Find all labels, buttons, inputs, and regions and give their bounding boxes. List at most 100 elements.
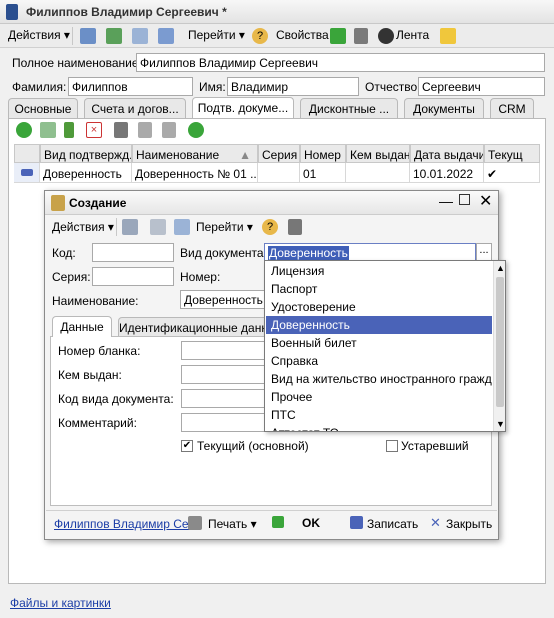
doc-kind-code-label: Код вида документа: [58,392,174,406]
scroll-up-icon[interactable]: ▲ [496,263,505,273]
maximize-icon[interactable] [459,194,470,205]
dialog-copy-icon[interactable] [174,219,190,235]
notes-icon[interactable] [440,28,456,44]
grid-header-type[interactable]: Вид подтвержд... [40,144,132,163]
series-label: Серия: [52,270,91,284]
actions-menu[interactable]: Действия ▾ [8,28,70,42]
dropdown-item[interactable]: Удостоверение [266,298,492,316]
export-icon[interactable] [158,28,174,44]
row-cell-current[interactable]: ✔ [484,163,540,183]
grid-header-name[interactable]: Наименование ▲ [132,144,258,163]
row-cell-type[interactable]: Доверенность [40,163,132,183]
structure-icon[interactable] [330,28,346,44]
grid-header-issue-date[interactable]: Дата выдачи [410,144,484,163]
form-number-field[interactable] [181,341,265,360]
delete-icon[interactable]: × [86,122,102,138]
dropdown-item-selected[interactable]: Доверенность [266,316,492,334]
row-cell-name[interactable]: Доверенность № 01 ... [132,163,258,183]
code-label: Код: [52,246,76,260]
close-icon[interactable]: ✕ [479,191,492,211]
dialog-save-icon[interactable] [122,219,138,235]
files-and-images-link[interactable]: Файлы и картинки [10,596,111,610]
row-marker[interactable] [14,163,40,183]
filter-icon[interactable] [114,122,128,138]
number-label: Номер: [180,270,221,284]
list-icon[interactable] [354,28,368,44]
patronymic-field[interactable]: Сергеевич [418,77,545,96]
row-cell-issued-by[interactable] [346,163,410,183]
feed-icon [378,28,394,44]
row-cell-number[interactable]: 01 [300,163,346,183]
issued-by-field[interactable] [181,365,265,384]
properties-button[interactable]: Свойства [276,28,329,42]
grid-header-number[interactable]: Номер [300,144,346,163]
dialog-list-icon[interactable] [288,219,302,235]
dialog-goto-menu[interactable]: Перейти ▾ [196,220,253,234]
scroll-thumb[interactable] [496,277,504,407]
dropdown-item[interactable]: Военный билет [266,334,492,352]
goto-menu[interactable]: Перейти ▾ [188,28,245,42]
full-name-label: Полное наименование: [12,56,142,70]
close-x-icon: ✕ [430,515,441,530]
tab-crm[interactable]: CRM [490,98,534,118]
dropdown-item[interactable]: Справка [266,352,492,370]
comment-field[interactable] [181,413,265,432]
last-name-field[interactable]: Филиппов [68,77,193,96]
doc-kind-code-field[interactable] [181,389,265,408]
dropdown-item[interactable]: Аттестат ТО [266,424,492,431]
dropdown-scrollbar[interactable]: ▲ ▼ [493,261,505,431]
add-icon[interactable] [16,122,32,138]
dialog-owner-link[interactable]: Филиппов Владимир Се... [54,517,199,531]
tab-discount[interactable]: Дисконтные ... [300,98,398,118]
row-cell-issue-date[interactable]: 10.01.2022 [410,163,484,183]
ok-button[interactable]: OK [302,516,320,530]
print-button[interactable]: Печать ▾ [208,517,257,531]
move-icon[interactable] [80,28,96,44]
tab-accounts[interactable]: Счета и догов... [84,98,186,118]
row-cell-series[interactable] [258,163,300,183]
issued-by-label: Кем выдан: [58,368,122,382]
close-button[interactable]: Закрыть [446,517,492,531]
dropdown-item[interactable]: Прочее [266,388,492,406]
doc-type-label: Вид документа: [180,246,267,260]
first-name-field[interactable]: Владимир [227,77,359,96]
tab-documents[interactable]: Документы [404,98,484,118]
save-button[interactable]: Записать [367,517,418,531]
dialog-actions-menu[interactable]: Действия ▾ [52,220,114,234]
dialog-help-icon[interactable]: ? [262,219,278,235]
dialog-move-icon[interactable] [150,219,166,235]
edit-icon[interactable] [64,122,74,138]
refresh-icon[interactable] [106,28,122,44]
current-checkbox[interactable]: ✔ [181,440,193,452]
copy-icon[interactable] [132,28,148,44]
grid-header-series[interactable]: Серия [258,144,300,163]
filter-off-icon[interactable] [162,122,176,138]
tab-main[interactable]: Основные [8,98,78,118]
full-name-field[interactable]: Филиппов Владимир Сергеевич [136,53,545,72]
feed-button[interactable]: Лента [396,28,429,42]
dialog-tab-identification[interactable]: Идентификационные данн [118,317,268,336]
dropdown-item[interactable]: Вид на жительство иностранного гражда... [266,370,492,388]
name-field[interactable]: Доверенность [180,290,266,309]
dialog-tab-data[interactable]: Данные [52,316,112,337]
grid-header-current[interactable]: Текущ [484,144,540,163]
scroll-down-icon[interactable]: ▼ [496,419,505,429]
dropdown-item[interactable]: Лицензия [266,262,492,280]
minimize-icon[interactable]: — [439,193,453,209]
refresh-list-icon[interactable] [188,122,204,138]
obsolete-checkbox[interactable] [386,440,398,452]
copy-row-icon[interactable] [40,122,56,138]
ok-icon [272,516,284,528]
dropdown-item[interactable]: Паспорт [266,280,492,298]
series-field[interactable] [92,267,174,286]
dropdown-item[interactable]: ПТС [266,406,492,424]
dialog-titlebar: Создание — ✕ [45,191,498,215]
filter-clear-icon[interactable] [138,122,152,138]
help-icon[interactable]: ? [252,28,268,44]
tab-id-documents[interactable]: Подтв. докуме... [192,97,294,119]
grid-header-issued-by[interactable]: Кем выдан [346,144,410,163]
obsolete-label: Устаревший [401,439,469,453]
save-icon [350,516,363,529]
code-field[interactable] [92,243,174,262]
doc-type-dropdown: Лицензия Паспорт Удостоверение Доверенно… [264,260,506,432]
